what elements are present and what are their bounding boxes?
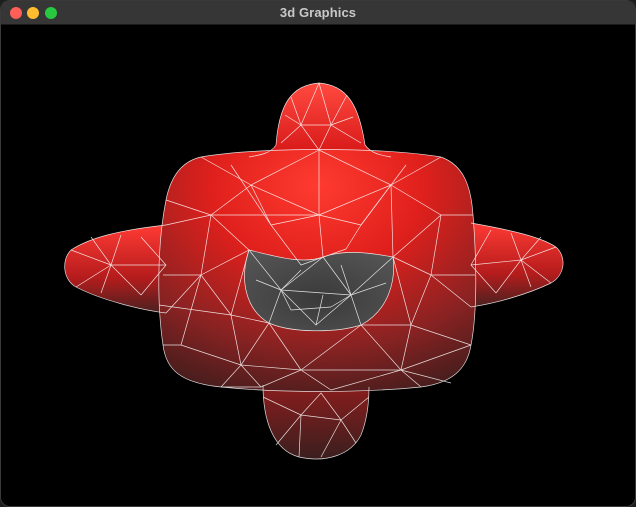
window-title: 3d Graphics — [279, 5, 357, 20]
title-bar[interactable]: 3d Graphics — [1, 1, 635, 25]
top-protrusion — [249, 83, 391, 157]
mesh-canvas — [64, 82, 564, 460]
app-window: 3d Graphics — [0, 0, 636, 507]
render-viewport[interactable] — [1, 25, 635, 506]
bottom-protrusion — [263, 385, 369, 459]
